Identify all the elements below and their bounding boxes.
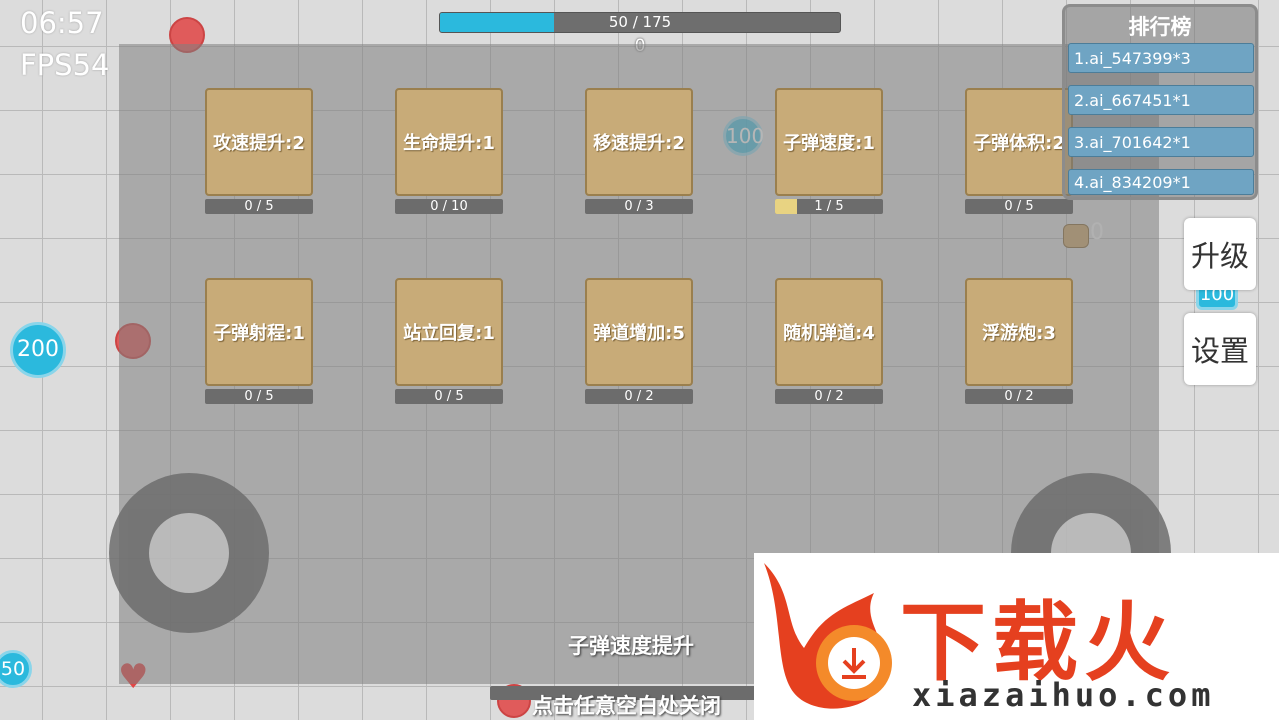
upgrade-card[interactable]: 子弹速度:1 <box>775 88 883 196</box>
upgrade-progress: 0 / 2 <box>965 389 1073 404</box>
upgrade-progress: 0 / 5 <box>205 389 313 404</box>
upgrade-card[interactable]: 生命提升:1 <box>395 88 503 196</box>
leaderboard-entry: 2.ai_667451*1 <box>1068 85 1254 115</box>
upgrade-progress-fill <box>775 199 797 214</box>
upgrade-progress-label: 0 / 2 <box>814 389 844 404</box>
leaderboard-entry: 4.ai_834209*1 <box>1068 169 1254 195</box>
upgrade-progress-label: 0 / 5 <box>1004 199 1034 214</box>
upgrade-progress: 0 / 2 <box>775 389 883 404</box>
upgrade-card[interactable]: 子弹射程:1 <box>205 278 313 386</box>
upgrade-card[interactable]: 浮游炮:3 <box>965 278 1073 386</box>
leaderboard: 排行榜 1.ai_547399*3 2.ai_667451*1 3.ai_701… <box>1062 4 1258 200</box>
leaderboard-title: 排行榜 <box>1128 15 1192 39</box>
upgrade-progress: 0 / 5 <box>395 389 503 404</box>
upgrade-button[interactable]: 升级 <box>1184 218 1256 290</box>
xp-orb: 200 <box>10 322 66 378</box>
close-hint[interactable]: 点击任意空白处关闭 <box>532 690 721 720</box>
upgrade-progress: 0 / 2 <box>585 389 693 404</box>
upgrade-progress-label: 0 / 3 <box>624 199 654 214</box>
move-joystick-knob[interactable] <box>149 513 229 593</box>
upgrade-card[interactable]: 弹道增加:5 <box>585 278 693 386</box>
leaderboard-entry: 1.ai_547399*3 <box>1068 43 1254 73</box>
upgrade-progress-label: 0 / 5 <box>434 389 464 404</box>
upgrade-card[interactable]: 子弹体积:2 <box>965 88 1073 196</box>
move-joystick[interactable] <box>109 473 269 633</box>
upgrade-progress-label: 0 / 10 <box>430 199 468 214</box>
settings-button[interactable]: 设置 <box>1184 313 1256 385</box>
upgrade-card[interactable]: 随机弹道:4 <box>775 278 883 386</box>
leaderboard-entry: 3.ai_701642*1 <box>1068 127 1254 157</box>
xp-label: 50 / 175 <box>608 13 672 31</box>
upgrade-progress-label: 0 / 5 <box>244 389 274 404</box>
fps-counter: FPS54 <box>20 48 110 82</box>
upgrade-progress-label: 0 / 2 <box>1004 389 1034 404</box>
upgrade-progress: 1 / 5 <box>775 199 883 214</box>
upgrade-progress: 0 / 10 <box>395 199 503 214</box>
upgrade-caption: 子弹速度提升 <box>568 634 694 658</box>
upgrade-progress: 0 / 3 <box>585 199 693 214</box>
upgrade-progress: 0 / 5 <box>205 199 313 214</box>
xp-bar: 50 / 175 <box>439 12 841 33</box>
clock-text: 06:57 <box>20 6 104 40</box>
upgrade-card[interactable]: 站立回复:1 <box>395 278 503 386</box>
upgrade-progress-label: 1 / 5 <box>814 199 844 214</box>
upgrade-progress-label: 0 / 5 <box>244 199 274 214</box>
flame-logo-icon <box>764 563 892 709</box>
upgrade-card[interactable]: 攻速提升:2 <box>205 88 313 196</box>
upgrade-progress-label: 0 / 2 <box>624 389 654 404</box>
xp-orb: 50 <box>0 650 32 688</box>
watermark-url: xiazaihuo.com <box>912 676 1215 714</box>
upgrade-card[interactable]: 移速提升:2 <box>585 88 693 196</box>
upgrade-progress: 0 / 5 <box>965 199 1073 214</box>
